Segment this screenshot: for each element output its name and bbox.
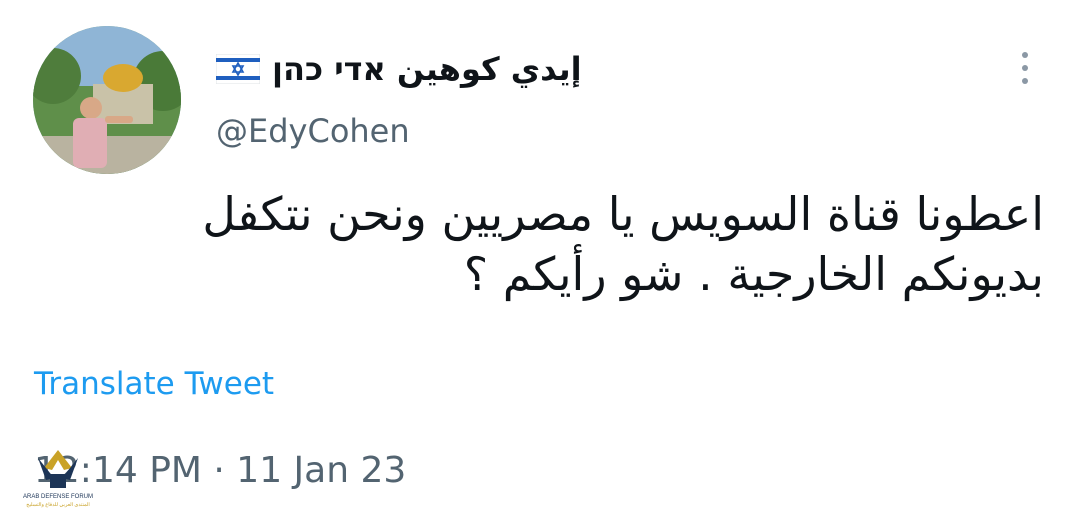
display-name[interactable]: إيدي كوهين אדי כהן [272,50,582,88]
watermark-subtitle: المنتدى العربي للدفاع والتسليح [26,502,90,508]
avatar-photo [33,26,181,174]
more-options-icon[interactable] [1010,52,1040,92]
israel-flag-icon [216,54,260,84]
user-handle[interactable]: @EdyCohen [216,112,410,150]
tweet-text-line: اعطونا قناة السويس يا مصريين ونحن نتكفل [202,187,1044,241]
forum-watermark-logo: ARAB DEFENSE FORUM المنتدى العربي للدفاع… [8,444,108,510]
translate-tweet-link[interactable]: Translate Tweet [34,366,274,402]
avatar[interactable] [33,26,181,174]
watermark-title: ARAB DEFENSE FORUM [23,494,93,500]
tweet-text: اعطونا قناة السويس يا مصريين ونحن نتكفل … [44,184,1044,304]
author-name-row: إيدي كوهين אדי כהן [216,50,582,88]
tweet-text-line: بديونكم الخارجية . شو رأيكم ؟ [463,247,1044,301]
